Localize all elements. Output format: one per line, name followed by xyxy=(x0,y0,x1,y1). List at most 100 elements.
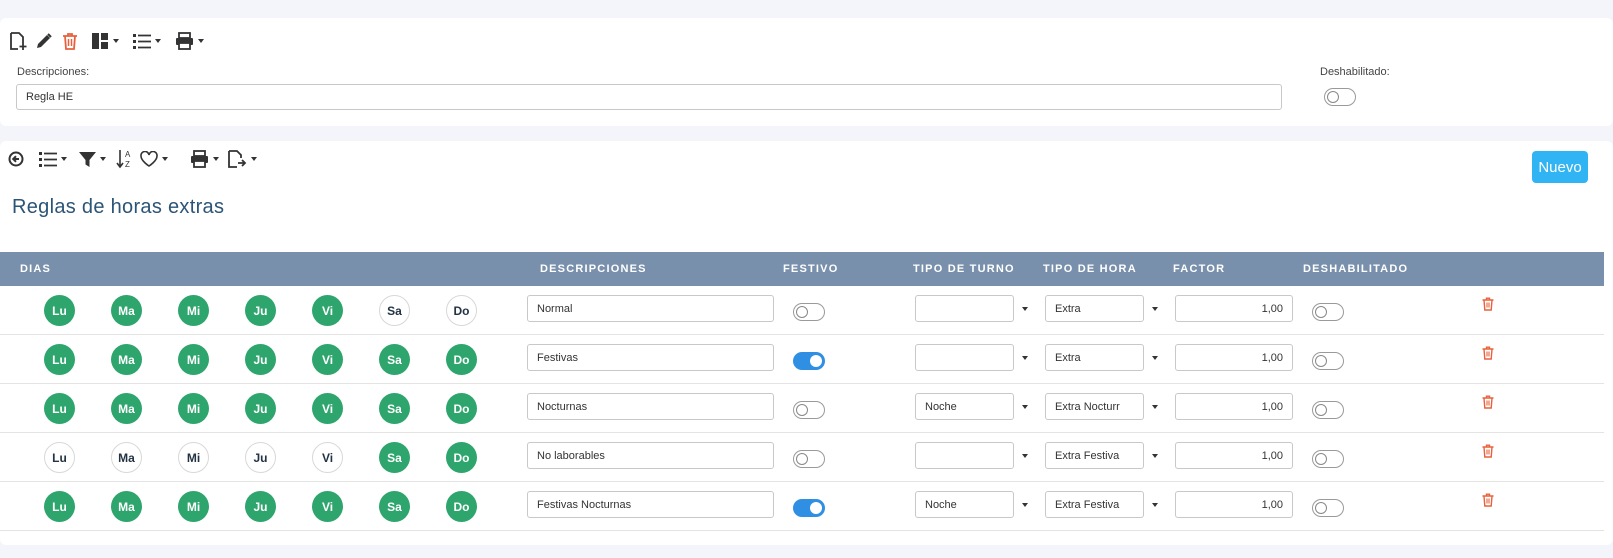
day-toggle-2[interactable]: Mi xyxy=(178,442,209,473)
tipo-hora-select[interactable]: Extra Festiva xyxy=(1045,442,1144,469)
day-toggle-0[interactable]: Lu xyxy=(44,295,75,326)
festivo-toggle[interactable] xyxy=(793,352,825,370)
day-toggle-2[interactable]: Mi xyxy=(178,491,209,522)
export-icon[interactable] xyxy=(227,148,259,170)
column-header-dias[interactable]: DIAS xyxy=(20,263,51,275)
chevron-down-icon[interactable] xyxy=(1022,503,1028,507)
deshabilitado-toggle[interactable] xyxy=(1312,352,1344,370)
festivo-toggle[interactable] xyxy=(793,450,825,468)
delete-trash-icon[interactable] xyxy=(1482,444,1494,463)
layout-icon[interactable] xyxy=(91,30,121,52)
list-options-icon[interactable] xyxy=(133,30,163,52)
day-toggle-5[interactable]: Sa xyxy=(379,442,410,473)
print-icon[interactable] xyxy=(190,148,221,170)
tipo-turno-select[interactable] xyxy=(915,295,1014,322)
columns-list-icon[interactable] xyxy=(39,148,69,170)
deshabilitado-toggle[interactable] xyxy=(1312,401,1344,419)
day-toggle-3[interactable]: Ju xyxy=(245,491,276,522)
day-toggle-3[interactable]: Ju xyxy=(245,442,276,473)
day-toggle-3[interactable]: Ju xyxy=(245,393,276,424)
tipo-turno-select[interactable]: Noche xyxy=(915,491,1014,518)
day-toggle-1[interactable]: Ma xyxy=(111,344,142,375)
day-toggle-5[interactable]: Sa xyxy=(379,491,410,522)
tipo-hora-select[interactable]: Extra xyxy=(1045,344,1144,371)
new-document-icon[interactable] xyxy=(9,30,27,52)
delete-trash-icon[interactable] xyxy=(1482,395,1494,414)
chevron-down-icon[interactable] xyxy=(1152,356,1158,360)
deshabilitado-toggle[interactable] xyxy=(1312,499,1344,517)
delete-trash-icon[interactable] xyxy=(62,30,78,52)
column-header-tipo-turno[interactable]: TIPO DE TURNO xyxy=(913,263,1015,275)
deshabilitado-toggle[interactable] xyxy=(1312,303,1344,321)
chevron-down-icon[interactable] xyxy=(1022,405,1028,409)
factor-input[interactable]: 1,00 xyxy=(1175,442,1293,469)
chevron-down-icon[interactable] xyxy=(1152,307,1158,311)
festivo-toggle[interactable] xyxy=(793,499,825,517)
day-toggle-2[interactable]: Mi xyxy=(178,295,209,326)
festivo-toggle[interactable] xyxy=(793,303,825,321)
day-toggle-6[interactable]: Do xyxy=(446,442,477,473)
edit-pencil-icon[interactable] xyxy=(35,30,53,52)
factor-input[interactable]: 1,00 xyxy=(1175,295,1293,322)
factor-input[interactable]: 1,00 xyxy=(1175,491,1293,518)
day-toggle-6[interactable]: Do xyxy=(446,491,477,522)
delete-trash-icon[interactable] xyxy=(1482,297,1494,316)
factor-input[interactable]: 1,00 xyxy=(1175,344,1293,371)
day-toggle-6[interactable]: Do xyxy=(446,393,477,424)
day-toggle-4[interactable]: Vi xyxy=(312,393,343,424)
tipo-hora-select[interactable]: Extra Nocturr xyxy=(1045,393,1144,420)
day-toggle-4[interactable]: Vi xyxy=(312,491,343,522)
day-toggle-1[interactable]: Ma xyxy=(111,393,142,424)
favorites-heart-icon[interactable] xyxy=(140,148,170,170)
chevron-down-icon[interactable] xyxy=(1152,503,1158,507)
tipo-turno-select[interactable]: Noche xyxy=(915,393,1014,420)
column-header-descripciones[interactable]: DESCRIPCIONES xyxy=(540,263,647,275)
chevron-down-icon[interactable] xyxy=(1022,454,1028,458)
tipo-hora-select[interactable]: Extra xyxy=(1045,295,1144,322)
back-icon[interactable] xyxy=(8,148,24,170)
delete-trash-icon[interactable] xyxy=(1482,493,1494,512)
day-toggle-0[interactable]: Lu xyxy=(44,442,75,473)
chevron-down-icon[interactable] xyxy=(1022,307,1028,311)
day-toggle-4[interactable]: Vi xyxy=(312,295,343,326)
column-header-tipo-hora[interactable]: TIPO DE HORA xyxy=(1043,263,1137,275)
day-toggle-1[interactable]: Ma xyxy=(111,295,142,326)
day-toggle-4[interactable]: Vi xyxy=(312,442,343,473)
print-icon[interactable] xyxy=(175,30,206,52)
chevron-down-icon[interactable] xyxy=(1152,405,1158,409)
day-toggle-2[interactable]: Mi xyxy=(178,393,209,424)
descripcion-input[interactable]: Nocturnas xyxy=(527,393,774,420)
day-toggle-5[interactable]: Sa xyxy=(379,393,410,424)
day-toggle-2[interactable]: Mi xyxy=(178,344,209,375)
column-header-festivo[interactable]: FESTIVO xyxy=(783,263,838,275)
descripcion-input[interactable]: Normal xyxy=(527,295,774,322)
descripcion-input[interactable]: Festivas Nocturnas xyxy=(527,491,774,518)
descripcion-input[interactable]: No laborables xyxy=(527,442,774,469)
day-toggle-0[interactable]: Lu xyxy=(44,393,75,424)
tipo-turno-select[interactable] xyxy=(915,442,1014,469)
factor-input[interactable]: 1,00 xyxy=(1175,393,1293,420)
day-toggle-0[interactable]: Lu xyxy=(44,491,75,522)
chevron-down-icon[interactable] xyxy=(1152,454,1158,458)
chevron-down-icon[interactable] xyxy=(1022,356,1028,360)
day-toggle-4[interactable]: Vi xyxy=(312,344,343,375)
day-toggle-3[interactable]: Ju xyxy=(245,344,276,375)
delete-trash-icon[interactable] xyxy=(1482,346,1494,365)
day-toggle-0[interactable]: Lu xyxy=(44,344,75,375)
day-toggle-6[interactable]: Do xyxy=(446,295,477,326)
tipo-turno-select[interactable] xyxy=(915,344,1014,371)
column-header-deshabilitado[interactable]: DESHABILITADO xyxy=(1303,263,1408,275)
descripcion-input[interactable]: Festivas xyxy=(527,344,774,371)
day-toggle-1[interactable]: Ma xyxy=(111,491,142,522)
filter-icon[interactable] xyxy=(79,148,108,170)
festivo-toggle[interactable] xyxy=(793,401,825,419)
tipo-hora-select[interactable]: Extra Festiva xyxy=(1045,491,1144,518)
sort-az-icon[interactable]: AZ xyxy=(116,148,134,170)
column-header-factor[interactable]: FACTOR xyxy=(1173,263,1225,275)
deshabilitado-toggle[interactable] xyxy=(1312,450,1344,468)
day-toggle-6[interactable]: Do xyxy=(446,344,477,375)
day-toggle-1[interactable]: Ma xyxy=(111,442,142,473)
new-button[interactable]: Nuevo xyxy=(1532,151,1588,183)
descripciones-input[interactable] xyxy=(16,84,1282,110)
deshabilitado-toggle[interactable] xyxy=(1324,88,1356,106)
